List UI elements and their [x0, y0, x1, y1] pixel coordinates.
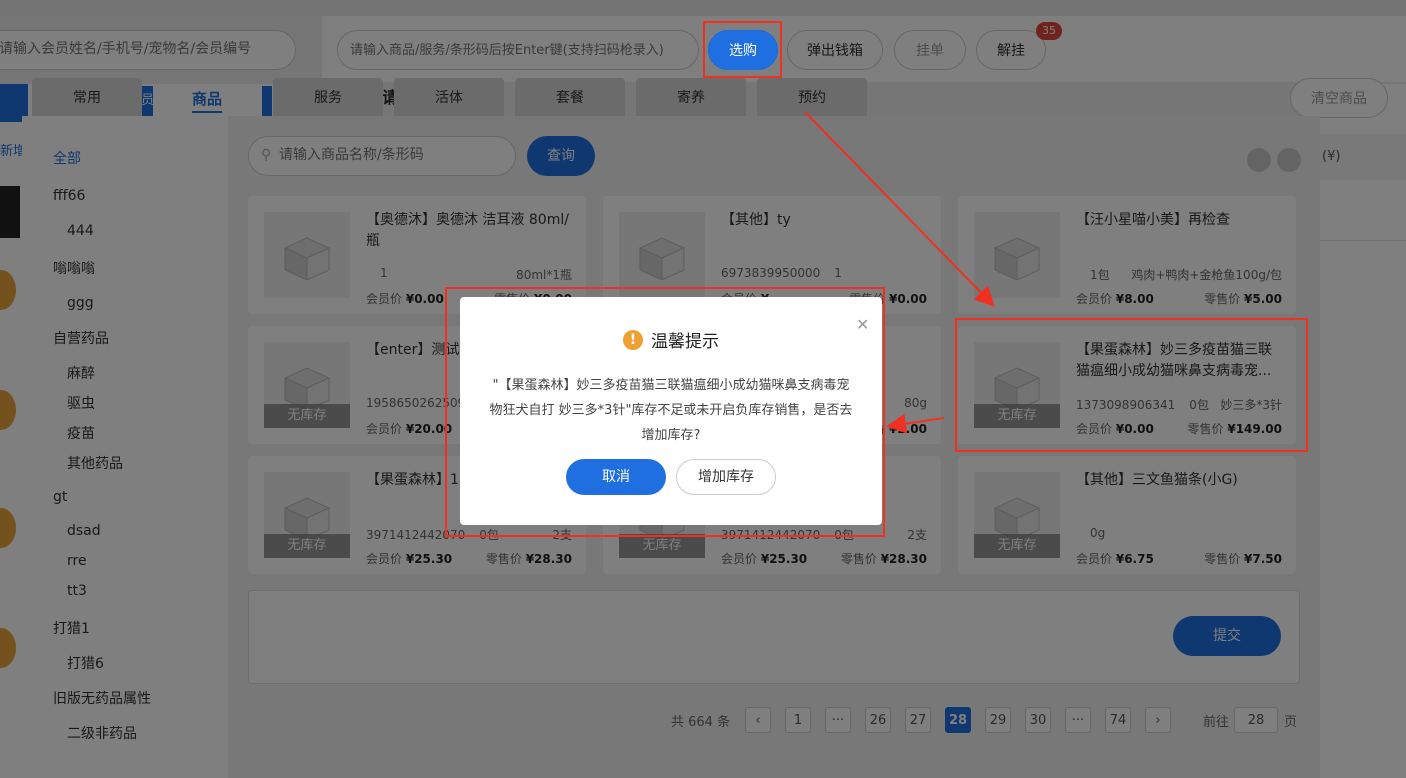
arrow-to-product	[804, 111, 995, 307]
annotation-arrows	[804, 111, 995, 434]
arrow-to-dialog	[886, 413, 945, 434]
